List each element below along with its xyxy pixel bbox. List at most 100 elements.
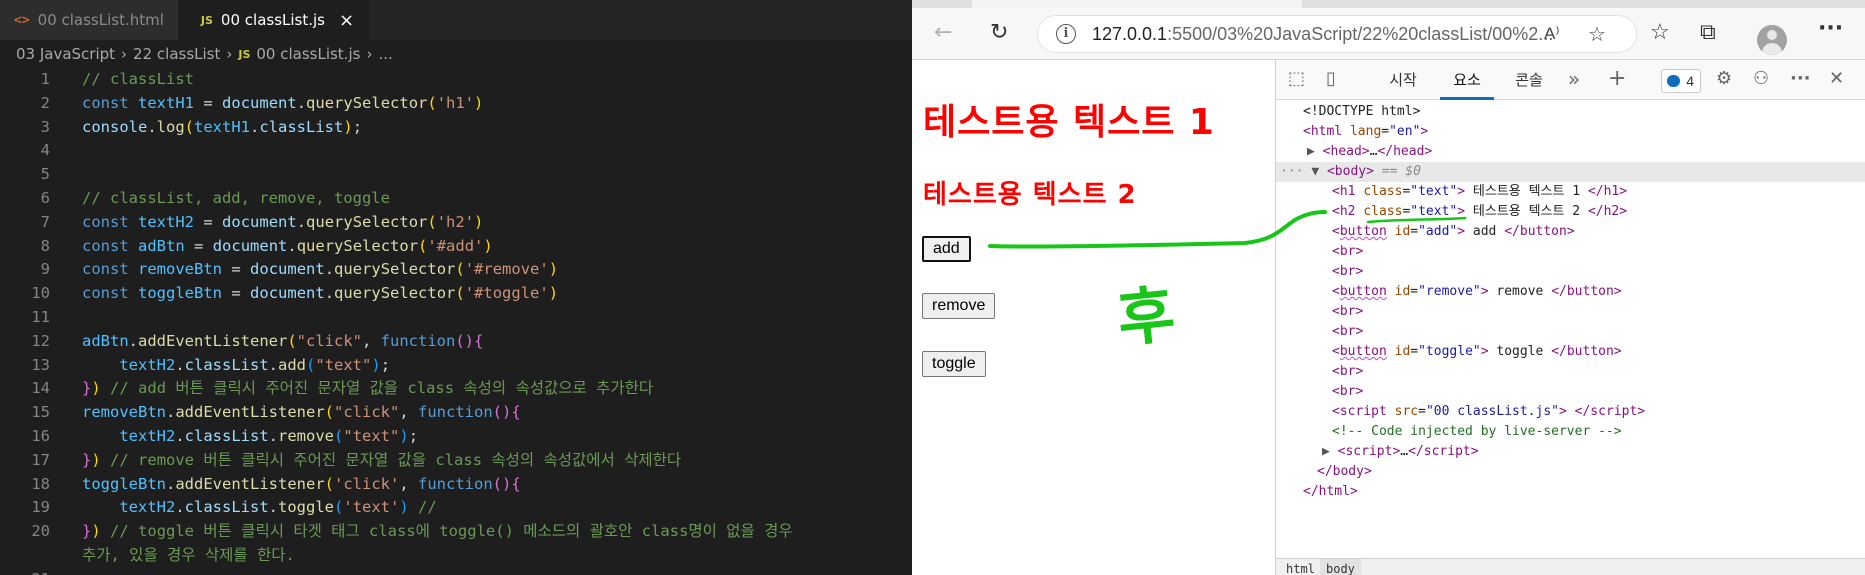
code-line: 11 [31, 307, 50, 326]
breadcrumb: 03 JavaScript › 22 classList › JS 00 cla… [16, 40, 393, 68]
profile-avatar[interactable] [1757, 25, 1787, 55]
more-tabs-icon[interactable]: » [1568, 68, 1580, 90]
code-line: 5 [40, 165, 50, 184]
toggle-button[interactable]: toggle [922, 351, 986, 377]
dom-node[interactable]: </body> [1276, 462, 1865, 482]
code-line: 10 const toggleBtn = document.querySelect… [31, 284, 559, 303]
dom-node[interactable]: <br> [1276, 362, 1865, 382]
devtools-breadcrumb: html body [1276, 558, 1865, 575]
dom-node[interactable]: ▶ <head>…</head> [1276, 142, 1865, 162]
url-text[interactable]: 127.0.0.1:5500/03%20JavaScript/22%20clas… [1092, 24, 1553, 45]
remove-button[interactable]: remove [922, 293, 996, 319]
chevron-right-icon: › [121, 45, 128, 63]
breadcrumb-folder[interactable]: 03 JavaScript [16, 45, 115, 63]
code-line: 6// classList, add, remove, toggle [40, 188, 390, 207]
settings-icon[interactable]: ⚙ [1716, 68, 1732, 90]
dom-node[interactable]: <button id="toggle"> toggle </button> [1276, 342, 1865, 362]
dom-node[interactable]: <!-- Code injected by live-server --> [1276, 422, 1865, 442]
issues-badge[interactable]: 4 [1661, 69, 1701, 93]
dom-node[interactable]: <br> [1276, 302, 1865, 322]
browser-toolbar: ← ↻ i 127.0.0.1:5500/03%20JavaScript/22%… [912, 8, 1865, 60]
tab-label: 00 classList.js [220, 11, 325, 29]
dom-node[interactable]: <h1 class="text"> 테스트용 텍스트 1 </h1> [1276, 182, 1865, 202]
more-icon[interactable]: ··· [1790, 68, 1811, 90]
code-line: 1// classList [40, 70, 194, 88]
code-line: 9 const removeBtn = document.querySelecto… [40, 260, 559, 279]
code-editor[interactable]: <> 00 classList.html JS 00 classList.js … [0, 0, 912, 575]
dom-node[interactable]: <script src="00 classList.js"> </script> [1276, 402, 1865, 422]
code-line: 17}) // remove 버튼 클릭시 주어진 문자열 값을 class 속… [31, 450, 682, 469]
code-line: 12 adBtn.addEventListener("click", functi… [31, 331, 484, 350]
js-file-icon: JS [238, 47, 251, 61]
device-emulation-icon[interactable]: ▯ [1326, 68, 1336, 90]
code-line: 21 [0, 568, 912, 575]
dom-node[interactable]: <html lang="en"> [1276, 122, 1865, 142]
code-line: 추가, 있을 경우 삭제를 한다. [82, 545, 295, 564]
code-line: 13 textH2.classList.add("text"); [31, 355, 391, 374]
code-line: 14}) // add 버튼 클릭시 주어진 문자열 값을 class 속성의 … [31, 379, 654, 398]
page-viewport: 테스트용 텍스트 1 테스트용 텍스트 2 add remove toggle … [912, 60, 1275, 575]
info-icon[interactable]: i [1056, 24, 1076, 44]
collections-icon[interactable]: ⧉ [1700, 22, 1716, 44]
dom-node[interactable]: </html> [1276, 482, 1865, 502]
crumb-html[interactable]: html [1280, 559, 1321, 575]
code-line: 3 console.log(textH1.classList); [40, 117, 363, 136]
code-area[interactable]: 1// classList 2 const textH1 = document.q… [0, 68, 912, 575]
dom-node[interactable]: <h2 class="text"> 테스트용 텍스트 2 </h2> [1276, 202, 1865, 222]
code-line: 18 toggleBtn.addEventListener('click', fu… [31, 474, 521, 493]
crumb-body[interactable]: body [1320, 559, 1361, 575]
add-button[interactable]: add [922, 236, 971, 262]
close-icon[interactable]: × [339, 10, 354, 31]
tab-console[interactable]: 콘솔 [1502, 60, 1556, 100]
code-line: 8 const adBtn = document.querySelector('#… [40, 236, 493, 255]
tab-classlist-js[interactable]: JS 00 classList.js × [178, 0, 370, 40]
chat-bubble-icon [1667, 75, 1680, 87]
page-heading-1: 테스트용 텍스트 1 [923, 102, 1215, 143]
breadcrumb-symbol[interactable]: ... [378, 45, 392, 63]
dom-node-selected[interactable]: ··· ▼ <body> == $0 [1276, 162, 1865, 182]
tab-elements[interactable]: 요소 [1440, 60, 1494, 100]
dom-node[interactable]: <br> [1276, 242, 1865, 262]
code-line: 20}) // toggle 버튼 클릭시 타겟 태그 class에 toggl… [31, 522, 793, 541]
add-favorite-icon[interactable]: ☆ [1588, 22, 1606, 46]
dom-node[interactable]: <br> [1276, 262, 1865, 282]
dom-node[interactable]: <br> [1276, 382, 1865, 402]
editor-tab-bar: <> 00 classList.html JS 00 classList.js … [0, 0, 912, 40]
chevron-right-icon: › [226, 45, 233, 63]
more-icon[interactable]: ··· [1818, 18, 1843, 40]
add-tab-icon[interactable]: + [1608, 68, 1626, 90]
code-line: 4 [40, 141, 50, 160]
read-aloud-icon[interactable]: A⁾ [1544, 24, 1560, 44]
dom-node[interactable]: <button id="add"> add </button> [1276, 222, 1865, 242]
browser-tab-strip [912, 0, 1865, 8]
code-line: 19 textH2.classList.toggle('text') // [31, 498, 437, 517]
breadcrumb-folder[interactable]: 22 classList [133, 45, 220, 63]
code-line: 16 textH2.classList.remove("text"); [31, 426, 419, 445]
code-line: 15 removeBtn.addEventListener("click", fu… [31, 403, 521, 422]
inspect-element-icon[interactable]: ⬚ [1288, 68, 1305, 90]
tab-classlist-html[interactable]: <> 00 classList.html [0, 0, 179, 40]
dom-node[interactable]: <!DOCTYPE html> [1276, 102, 1865, 122]
page-heading-2: 테스트용 텍스트 2 [923, 180, 1137, 210]
back-arrow-icon[interactable]: ← [934, 22, 952, 44]
close-icon[interactable]: ✕ [1829, 68, 1844, 90]
dom-node[interactable]: ▶ <script>…</script> [1276, 442, 1865, 462]
chevron-right-icon: › [366, 45, 373, 63]
refresh-icon[interactable]: ↻ [990, 22, 1008, 44]
dom-node[interactable]: <br> [1276, 322, 1865, 342]
favorites-icon[interactable]: ☆ [1650, 22, 1670, 44]
code-line: 2 const textH1 = document.querySelector('… [40, 93, 484, 112]
address-bar[interactable]: i 127.0.0.1:5500/03%20JavaScript/22%20cl… [1037, 15, 1637, 53]
devtools-toolbar: ⬚ ▯ 시작 요소 콘솔 » + 4 ⚙ ⚇ ··· ✕ [1276, 60, 1865, 100]
code-line: 7 const textH2 = document.querySelector('… [40, 212, 484, 231]
breadcrumb-file[interactable]: 00 classList.js [256, 45, 360, 63]
devtools-panel: ⬚ ▯ 시작 요소 콘솔 » + 4 ⚙ ⚇ ··· ✕ <!DOCTYPE h… [1275, 60, 1865, 575]
html-file-icon: <> [14, 12, 30, 28]
js-file-icon: JS [200, 13, 213, 27]
browser-window: ← ↻ i 127.0.0.1:5500/03%20JavaScript/22%… [912, 0, 1865, 575]
customize-icon[interactable]: ⚇ [1753, 68, 1769, 90]
tab-start[interactable]: 시작 [1376, 60, 1430, 100]
handwritten-annotation: 후 [1113, 277, 1179, 356]
dom-node[interactable]: <button id="remove"> remove </button> [1276, 282, 1865, 302]
tab-label: 00 classList.html [37, 11, 164, 29]
